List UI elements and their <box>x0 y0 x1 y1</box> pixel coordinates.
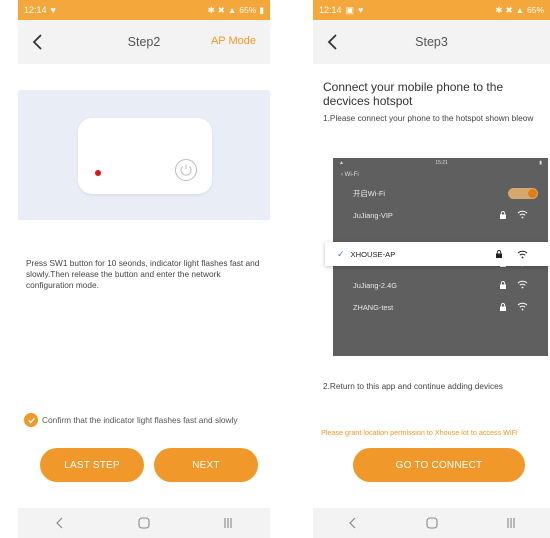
selected-hotspot-row: ✓ XHOUSE-AP <box>325 242 550 266</box>
shield-icon: ♥ <box>50 5 56 15</box>
status-time: 12:14 <box>319 5 342 15</box>
mute-icon: ✖ <box>217 4 225 15</box>
phone-battery-icon: ▮ <box>539 160 542 166</box>
wifi-toggle-label: 开启Wi-Fi <box>353 188 386 198</box>
back-arrow-icon[interactable] <box>28 32 48 52</box>
signal-icon: ▲ <box>515 5 524 15</box>
nav-back-icon[interactable] <box>51 516 69 530</box>
lock-icon <box>500 211 506 219</box>
lock-icon <box>496 250 502 258</box>
location-permission-warning: Please grant location permission to Xhou… <box>321 428 518 437</box>
battery-percent: 65% <box>526 5 544 15</box>
confirm-label: Confirm that the indicator light flashes… <box>42 415 238 425</box>
mute-icon: ✖ <box>505 4 513 15</box>
checkbox-checked-icon[interactable] <box>24 413 38 427</box>
nav-back-icon[interactable] <box>344 516 362 530</box>
network-name: JuJiang-2.4G <box>353 280 397 290</box>
phone-time: 15:21 <box>435 160 448 166</box>
lock-icon <box>500 281 506 289</box>
phone-status-bar: ▲ 15:21 ▮ <box>333 158 548 168</box>
gallery-icon: ▣ <box>345 4 355 15</box>
go-to-connect-button[interactable]: GO TO CONNECT <box>353 448 525 482</box>
lock-icon <box>500 303 506 311</box>
page-title: Step3 <box>415 35 448 49</box>
step3-screen: 12:14 ▣ ♥ ✱ ✖ ▲ 65% Step3 Connect your m… <box>313 0 550 538</box>
power-button-icon <box>175 159 197 181</box>
wifi-signal-icon <box>517 250 528 259</box>
next-button[interactable]: NEXT <box>154 448 258 482</box>
battery-percent: 65% <box>239 5 257 15</box>
phone-signal-icon: ▲ <box>339 160 344 166</box>
wifi-signal-icon <box>517 280 528 289</box>
wifi-toggle <box>508 188 538 199</box>
system-nav-bar <box>313 508 550 538</box>
wifi-network-row: JuJiang-VIP <box>333 204 548 226</box>
step2-text: 2.Return to this app and continue adding… <box>323 381 503 391</box>
network-name: JuJiang-VIP <box>353 210 393 220</box>
status-bar: 12:14 ▣ ♥ ✱ ✖ ▲ 65% <box>313 0 550 20</box>
wifi-signal-icon <box>517 302 528 311</box>
device-image <box>78 118 212 194</box>
shield-icon: ♥ <box>358 5 364 15</box>
step1-text: 1.Please connect your phone to the hotsp… <box>323 113 534 123</box>
bluetooth-icon: ✱ <box>207 4 215 15</box>
nav-home-icon[interactable] <box>423 516 441 530</box>
last-step-button[interactable]: LAST STEP <box>40 448 144 482</box>
nav-recents-icon[interactable] <box>502 516 520 530</box>
bluetooth-icon: ✱ <box>495 4 503 15</box>
battery-icon: ▮ <box>259 4 264 15</box>
indicator-led <box>95 170 101 176</box>
wifi-label: ‹ Wi-Fi <box>341 172 359 178</box>
wifi-toggle-row: 开启Wi-Fi <box>333 182 548 204</box>
device-illustration <box>18 90 270 220</box>
back-arrow-icon[interactable] <box>323 32 343 52</box>
step2-screen: 12:14 ♥ ✱ ✖ ▲ 65% ▮ Step2 AP Mode Press … <box>18 0 270 538</box>
selected-hotspot-name: XHOUSE-AP <box>350 249 396 259</box>
ap-mode-link[interactable]: AP Mode <box>211 35 256 47</box>
signal-icon: ▲ <box>227 5 237 15</box>
header: Step3 <box>313 20 550 64</box>
wifi-network-row: JuJiang-2.4G <box>333 274 548 296</box>
nav-home-icon[interactable] <box>135 516 153 530</box>
network-name: ZHANG-test <box>353 302 394 312</box>
confirm-checkbox-row[interactable]: Confirm that the indicator light flashes… <box>24 413 238 427</box>
status-time: 12:14 <box>24 5 47 15</box>
system-nav-bar <box>18 508 270 538</box>
nav-recents-icon[interactable] <box>219 516 237 530</box>
wifi-signal-icon <box>517 210 528 219</box>
wifi-network-row: ZHANG-test <box>333 296 548 318</box>
page-title: Step2 <box>127 35 161 49</box>
wifi-label-text: Wi-Fi <box>344 172 359 178</box>
header: Step2 AP Mode <box>18 20 270 64</box>
instruction-text: Press SW1 button for 10 seonds, indicato… <box>26 258 260 290</box>
checkmark-icon: ✓ <box>337 248 345 259</box>
connect-heading: Connect your mobile phone to the decvice… <box>323 80 504 108</box>
status-bar: 12:14 ♥ ✱ ✖ ▲ 65% ▮ <box>18 0 270 20</box>
